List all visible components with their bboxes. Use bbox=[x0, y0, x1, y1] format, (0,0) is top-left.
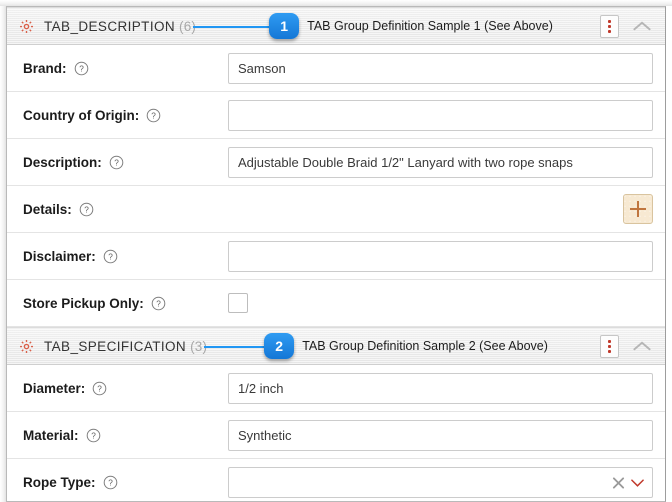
help-icon[interactable]: ? bbox=[79, 202, 94, 217]
label-cell: Disclaimer: ? bbox=[23, 249, 228, 264]
kebab-dot bbox=[608, 339, 611, 343]
label-cell: Rope Type: ? bbox=[23, 475, 228, 490]
add-detail-button[interactable] bbox=[623, 194, 653, 224]
chevron-up-icon[interactable] bbox=[629, 333, 655, 359]
kebab-dot bbox=[608, 24, 611, 28]
kebab-menu-icon[interactable] bbox=[600, 14, 619, 38]
callout-connector-line bbox=[193, 26, 272, 28]
control-cell bbox=[228, 467, 653, 498]
panel-frame: TAB_DESCRIPTION (6) 1 TAB Group Definiti… bbox=[6, 6, 666, 502]
rope-type-input[interactable] bbox=[228, 467, 653, 498]
form-row-store-pickup-only: Store Pickup Only: ? bbox=[7, 280, 665, 327]
field-label-details: Details: bbox=[23, 201, 72, 217]
svg-text:?: ? bbox=[108, 479, 113, 488]
label-cell: Country of Origin: ? bbox=[23, 108, 228, 123]
svg-text:?: ? bbox=[79, 64, 84, 73]
control-cell bbox=[228, 293, 653, 313]
rope-type-dropdown[interactable] bbox=[228, 467, 653, 498]
label-cell: Description: ? bbox=[23, 155, 228, 170]
help-icon[interactable]: ? bbox=[92, 381, 107, 396]
field-label-disclaimer: Disclaimer: bbox=[23, 248, 96, 264]
kebab-dot bbox=[608, 349, 611, 353]
chevron-up-icon[interactable] bbox=[629, 13, 655, 39]
control-cell bbox=[228, 194, 653, 224]
label-cell: Material: ? bbox=[23, 428, 228, 443]
field-label-material: Material: bbox=[23, 427, 79, 443]
help-icon[interactable]: ? bbox=[74, 61, 89, 76]
material-input[interactable] bbox=[228, 419, 653, 451]
label-cell: Diameter: ? bbox=[23, 381, 228, 396]
field-label-diameter: Diameter: bbox=[23, 380, 86, 396]
field-label-brand: Brand: bbox=[23, 60, 67, 76]
callout-connector-line bbox=[204, 346, 267, 348]
section-header-tab-specification[interactable]: TAB_SPECIFICATION (3) 2 TAB Group Defini… bbox=[7, 327, 665, 365]
svg-text:?: ? bbox=[151, 111, 156, 120]
description-input[interactable] bbox=[228, 146, 653, 178]
form-row-description: Description: ? bbox=[7, 139, 665, 186]
gear-icon bbox=[20, 19, 33, 33]
callout-annotation-text: TAB Group Definition Sample 1 (See Above… bbox=[307, 19, 553, 33]
section-title: TAB_DESCRIPTION bbox=[44, 18, 176, 34]
svg-text:?: ? bbox=[114, 158, 119, 167]
section-header-tab-description[interactable]: TAB_DESCRIPTION (6) 1 TAB Group Definiti… bbox=[7, 7, 665, 45]
callout-badge-2: 2 bbox=[264, 333, 295, 359]
form-row-country-of-origin: Country of Origin: ? bbox=[7, 92, 665, 139]
help-icon[interactable]: ? bbox=[151, 296, 166, 311]
form-row-diameter: Diameter: ? bbox=[7, 365, 665, 412]
kebab-dot bbox=[608, 29, 611, 33]
dropdown-actions bbox=[612, 476, 645, 489]
section-title: TAB_SPECIFICATION bbox=[44, 338, 187, 354]
field-label-country-of-origin: Country of Origin: bbox=[23, 107, 140, 123]
svg-text:?: ? bbox=[97, 384, 102, 393]
country-of-origin-input[interactable] bbox=[228, 99, 653, 131]
svg-text:?: ? bbox=[84, 205, 89, 214]
form-row-details: Details: ? bbox=[7, 186, 665, 233]
svg-text:?: ? bbox=[91, 431, 96, 440]
field-label-rope-type: Rope Type: bbox=[23, 475, 96, 490]
svg-text:?: ? bbox=[156, 299, 161, 308]
control-cell bbox=[228, 52, 653, 84]
form-row-rope-type: Rope Type: ? bbox=[7, 459, 665, 501]
diameter-input[interactable] bbox=[228, 372, 653, 404]
control-cell bbox=[228, 419, 653, 451]
help-icon[interactable]: ? bbox=[86, 428, 101, 443]
label-cell: Store Pickup Only: ? bbox=[23, 296, 228, 311]
disclaimer-input[interactable] bbox=[228, 240, 653, 272]
label-cell: Brand: ? bbox=[23, 61, 228, 76]
control-cell bbox=[228, 146, 653, 178]
help-icon[interactable]: ? bbox=[103, 475, 118, 490]
form-row-material: Material: ? bbox=[7, 412, 665, 459]
kebab-menu-icon[interactable] bbox=[600, 334, 619, 358]
label-cell: Details: ? bbox=[23, 202, 228, 217]
callout-annotation-text: TAB Group Definition Sample 2 (See Above… bbox=[302, 339, 548, 353]
product-attributes-panel: TAB_DESCRIPTION (6) 1 TAB Group Definiti… bbox=[0, 0, 672, 502]
help-icon[interactable]: ? bbox=[109, 155, 124, 170]
gear-icon bbox=[20, 339, 33, 353]
form-row-disclaimer: Disclaimer: ? bbox=[7, 233, 665, 280]
plus-icon bbox=[630, 201, 646, 217]
kebab-dot bbox=[608, 344, 611, 348]
kebab-dot bbox=[608, 19, 611, 23]
svg-text:?: ? bbox=[108, 252, 113, 261]
chevron-down-icon[interactable] bbox=[630, 476, 645, 489]
field-label-description: Description: bbox=[23, 154, 102, 170]
store-pickup-only-checkbox[interactable] bbox=[228, 293, 248, 313]
form-row-brand: Brand: ? bbox=[7, 45, 665, 92]
callout-badge-1: 1 bbox=[269, 13, 300, 39]
clear-x-icon[interactable] bbox=[612, 476, 625, 489]
control-cell bbox=[228, 99, 653, 131]
brand-input[interactable] bbox=[228, 52, 653, 84]
help-icon[interactable]: ? bbox=[146, 108, 161, 123]
help-icon[interactable]: ? bbox=[103, 249, 118, 264]
field-label-store-pickup-only: Store Pickup Only: bbox=[23, 295, 144, 311]
control-cell bbox=[228, 372, 653, 404]
control-cell bbox=[228, 240, 653, 272]
